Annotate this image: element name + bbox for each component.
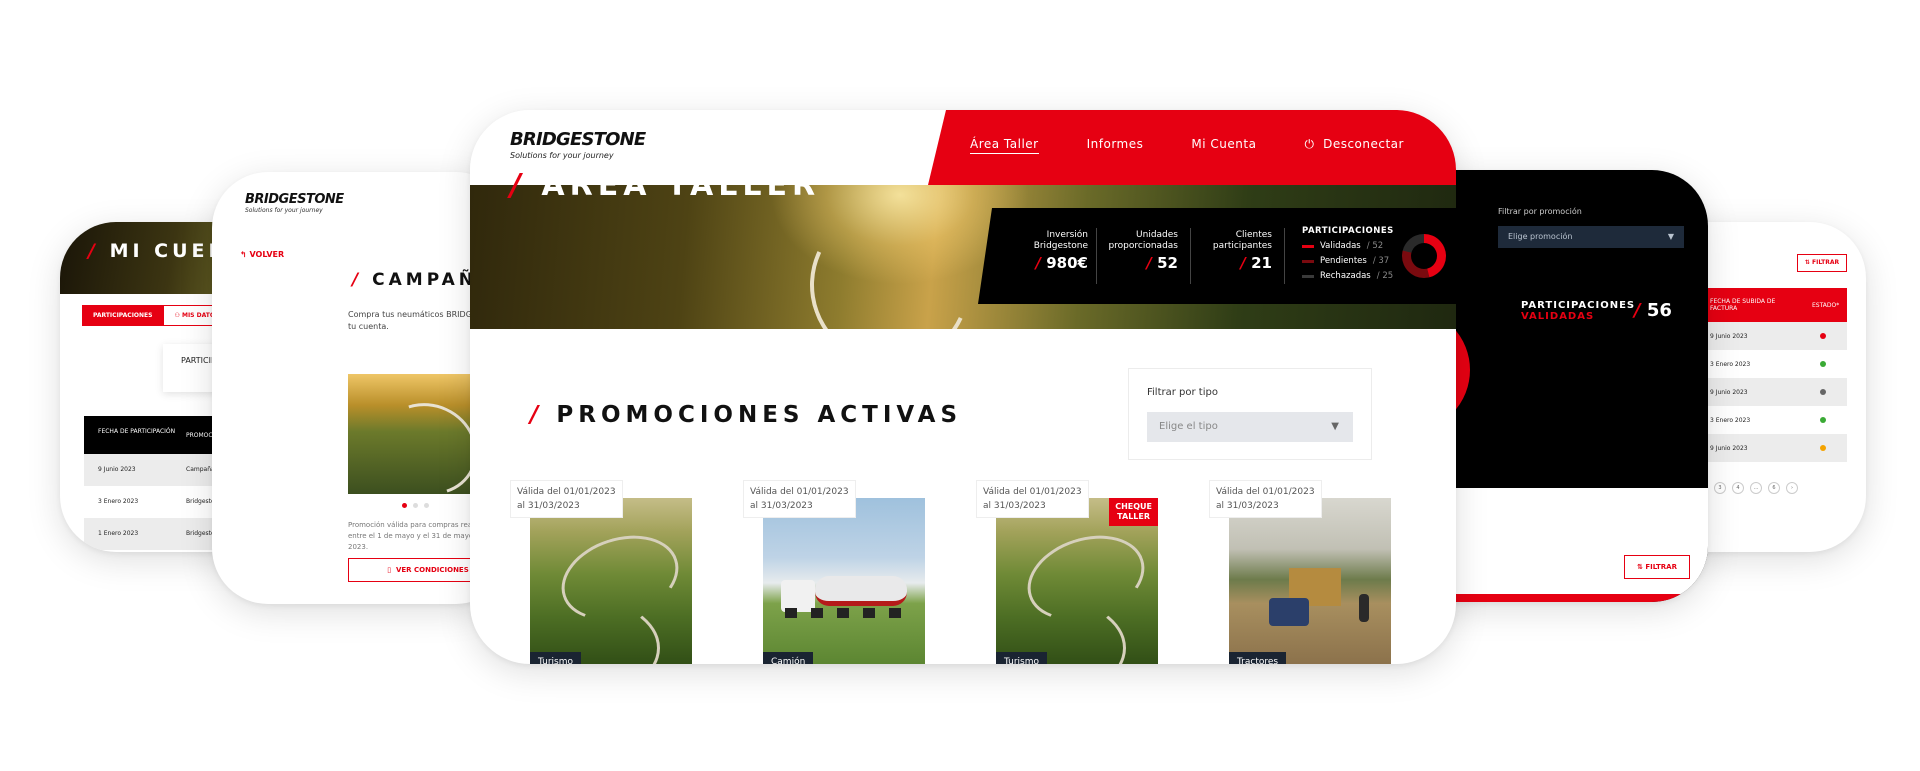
participations-summary: PARTICIPACIONES Validadas/ 52 Pendientes…: [1302, 224, 1394, 284]
status-dot: [1820, 445, 1826, 451]
carousel-dot[interactable]: [402, 503, 407, 508]
page-button[interactable]: ...: [1750, 482, 1762, 494]
carousel-dot[interactable]: [424, 503, 429, 508]
carousel-dots: [402, 503, 429, 508]
tab-participaciones[interactable]: PARTICIPACIONES: [82, 305, 164, 326]
promo-category: Camión: [763, 652, 814, 664]
promo-card[interactable]: Válida del 01/01/2023 al 31/03/2023 CHEQU…: [976, 480, 1158, 664]
section-title: / PROMOCIONES ACTIVAS: [530, 402, 963, 428]
status-dot: [1820, 389, 1826, 395]
main-nav: Área Taller Informes Mi Cuenta ⏻ Descone…: [970, 137, 1404, 154]
participations-label: PARTICIPACIONES VALIDADAS: [1521, 300, 1636, 322]
brand-logo[interactable]: BRIDGESTONE Solutions for your journey: [245, 192, 344, 214]
hero-title: / ÁREA TALLER: [510, 168, 821, 203]
legend-validadas: Validadas/ 52: [1302, 239, 1394, 254]
column-header-upload-date[interactable]: FECHA DE SUBIDA DE FACTURA: [1710, 298, 1790, 312]
power-icon: ⏻: [1304, 137, 1315, 151]
account-tabs: PARTICIPACIONES ⚇ MIS DATOS: [82, 305, 231, 326]
workshop-voucher-badge: CHEQUE TALLER: [1109, 498, 1158, 526]
stat-investment: Inversión Bridgestone / 980€: [1033, 230, 1088, 272]
promo-image: [1229, 498, 1391, 664]
status-dot: [1820, 333, 1826, 339]
next-page-button[interactable]: ›: [1786, 482, 1798, 494]
type-filter-select[interactable]: Elige el tipo ▼: [1147, 412, 1353, 442]
participations-value: / 56: [1634, 300, 1672, 321]
promo-filter-label: Filtrar por promoción: [1498, 207, 1582, 216]
legend-rechazadas: Rechazadas/ 25: [1302, 269, 1394, 284]
nav-informes[interactable]: Informes: [1087, 137, 1144, 154]
brand-logo[interactable]: BRIDGESTONE Solutions for your journey: [510, 129, 646, 160]
filter-icon: ⇅: [1637, 563, 1643, 571]
promo-validity: Válida del 01/01/2023 al 31/03/2023: [976, 480, 1089, 518]
filter-button[interactable]: ⇅ FILTRAR: [1624, 555, 1690, 579]
invoice-filter-button[interactable]: ⇅ FILTRAR: [1797, 254, 1847, 272]
promo-card[interactable]: Válida del 01/01/2023 al 31/03/2023 Turis…: [510, 480, 692, 664]
participations-donut: [1402, 234, 1446, 278]
promo-validity: Válida del 01/01/2023 al 31/03/2023: [1209, 480, 1322, 518]
chevron-down-icon: ▼: [1667, 232, 1674, 241]
promo-validity: Válida del 01/01/2023 al 31/03/2023: [510, 480, 623, 518]
user-icon: ⚇: [174, 312, 180, 319]
carousel-dot[interactable]: [413, 503, 418, 508]
back-arrow-icon: ↰: [240, 250, 247, 259]
promo-category: Tractores: [1229, 652, 1287, 664]
type-filter: Filtrar por tipo Elige el tipo ▼: [1128, 368, 1372, 460]
campaign-image: [348, 374, 488, 494]
campaign-card: BRIDGESTONE Solutions for your journey ↰…: [212, 172, 512, 604]
document-icon: ▯: [387, 566, 392, 574]
promo-image: [530, 498, 692, 664]
status-dot: [1820, 361, 1826, 367]
page-button[interactable]: 4: [1732, 482, 1744, 494]
column-header-status[interactable]: ESTADO*: [1812, 302, 1839, 309]
nav-area-taller[interactable]: Área Taller: [970, 137, 1039, 154]
promo-validity: Válida del 01/01/2023 al 31/03/2023: [743, 480, 856, 518]
workshop-area-card: BRIDGESTONE Solutions for your journey Á…: [470, 110, 1456, 664]
promo-image: [763, 498, 925, 664]
type-filter-label: Filtrar por tipo: [1147, 387, 1218, 398]
column-header-date[interactable]: FECHA DE PARTICIPACIÓN: [98, 428, 175, 436]
chevron-down-icon: ▼: [1331, 421, 1339, 432]
promo-category: Turismo: [530, 652, 581, 664]
back-link[interactable]: ↰ VOLVER: [240, 250, 284, 259]
pagination: 2 3 4 ... 6 ›: [1696, 482, 1798, 494]
nav-desconectar[interactable]: ⏻ Desconectar: [1304, 137, 1404, 154]
nav-mi-cuenta[interactable]: Mi Cuenta: [1191, 137, 1256, 154]
legend-pendientes: Pendientes/ 37: [1302, 254, 1394, 269]
promo-card[interactable]: Válida del 01/01/2023 al 31/03/2023 Tract…: [1209, 480, 1391, 664]
stat-units: Unidades proporcionadas / 52: [1108, 230, 1178, 272]
stats-panel: Inversión Bridgestone / 980€ Unidades prop…: [978, 208, 1456, 304]
promo-category: Turismo: [996, 652, 1047, 664]
stat-clients: Clientes participantes / 21: [1212, 230, 1272, 272]
page-button[interactable]: 6: [1768, 482, 1780, 494]
filter-icon: ⇅: [1804, 259, 1810, 266]
promo-filter-select[interactable]: Elige promoción ▼: [1498, 226, 1684, 248]
page-button[interactable]: 3: [1714, 482, 1726, 494]
promo-card[interactable]: Válida del 01/01/2023 al 31/03/2023 Camió…: [743, 480, 925, 664]
status-dot: [1820, 417, 1826, 423]
